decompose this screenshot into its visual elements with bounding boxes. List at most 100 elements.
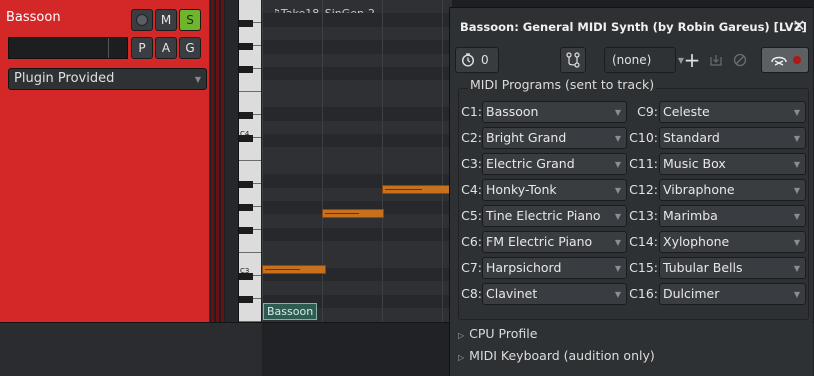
program-dropdown[interactable]: Standard ▼ [659,127,806,149]
midi-region-grid[interactable]: ♫Take18_SinGen-2 [262,0,452,322]
chevron-down-icon: ▼ [793,264,800,273]
program-channel-label: C13: [629,208,658,223]
program-dropdown[interactable]: Vibraphone ▼ [659,179,806,201]
group-button[interactable]: G [179,37,201,59]
program-channel-label: C16: [629,286,658,301]
program-dropdown-value: Marimba [663,208,718,223]
program-channel-label: C9: [637,104,658,119]
program-channel-label: C8: [461,286,482,301]
plus-icon: + [683,48,701,72]
program-dropdown-value: Harpsichord [486,260,562,275]
program-dropdown-value: Tine Electric Piano [486,208,601,223]
program-dropdown-value: Xylophone [663,234,730,249]
black-key[interactable] [239,203,253,211]
program-dropdown[interactable]: Tubular Bells ▼ [659,257,806,279]
program-dropdown[interactable]: Tine Electric Piano ▼ [482,205,627,227]
save-preset-button[interactable] [705,47,727,73]
midi-keyboard-label: MIDI Keyboard (audition only) [469,348,655,363]
solo-button[interactable]: S [179,9,201,31]
program-channel-label: C3: [461,156,482,171]
black-key[interactable] [239,42,253,50]
note-lane [262,13,452,27]
program-channel-label: C10: [629,130,658,145]
note-lane [262,40,452,54]
chevron-down-icon: ▼ [614,108,621,117]
note-velocity-bar [265,269,301,270]
program-dropdown[interactable]: Electric Grand ▼ [482,153,627,175]
program-dropdown[interactable]: Celeste ▼ [659,101,806,123]
delete-preset-button[interactable] [729,47,751,73]
chevron-down-icon: ▼ [793,212,800,221]
note-lane [262,107,452,121]
track-name[interactable]: Bassoon [6,10,61,25]
black-key[interactable] [239,226,253,234]
chevron-down-icon: ▼ [614,290,621,299]
note-velocity-bar [385,189,423,190]
black-key[interactable] [239,295,253,303]
program-dropdown[interactable]: Dulcimer ▼ [659,283,806,305]
add-preset-button[interactable]: + [681,47,703,73]
note-lane [262,134,452,148]
piano-roll-keyboard[interactable]: C4 C3 [225,0,261,322]
program-dropdown-value: Tubular Bells [663,260,743,275]
program-dropdown[interactable]: Xylophone ▼ [659,231,806,253]
bypass-led-icon [793,56,801,64]
chevron-down-icon: ▼ [614,212,621,221]
program-dropdown[interactable]: Music Box ▼ [659,153,806,175]
midi-note[interactable] [262,265,326,274]
program-dropdown-value: Music Box [663,156,726,171]
gain-fader[interactable] [8,37,128,59]
close-icon[interactable]: ✕ [790,16,808,35]
clock-icon [461,53,475,67]
keyboard-scroller[interactable] [225,0,239,322]
chevron-down-icon: ▼ [793,238,800,247]
program-dropdown-value: Bassoon [486,104,539,119]
chevron-down-icon: ▼ [614,160,621,169]
level-meter [216,0,219,322]
black-key[interactable] [239,180,253,188]
automation-dropdown-value: Plugin Provided [14,71,115,86]
automation-button[interactable]: A [155,37,177,59]
program-dropdown[interactable]: Harpsichord ▼ [482,257,627,279]
record-arm-button[interactable] [131,9,153,31]
triangle-right-icon: ▷ [458,353,465,362]
playlist-button[interactable]: P [131,37,153,59]
program-dropdown[interactable]: FM Electric Piano ▼ [482,231,627,253]
black-key[interactable] [239,65,253,73]
program-dropdown[interactable]: Honky-Tonk ▼ [482,179,627,201]
cpu-profile-label: CPU Profile [469,326,538,341]
chevron-down-icon: ▼ [194,75,201,84]
program-dropdown[interactable]: Clavinet ▼ [482,283,627,305]
program-channel-label: C6: [461,234,482,249]
black-key[interactable] [239,111,253,119]
black-key[interactable] [239,19,253,27]
octave-label: C4 [240,130,250,138]
preset-dropdown[interactable]: (none) ▼ [604,47,684,73]
chevron-down-icon: ▼ [793,160,800,169]
midi-note[interactable] [382,185,450,194]
bypass-button[interactable] [761,47,809,73]
plugin-window: Bassoon: General MIDI Synth (by Robin Ga… [449,7,813,376]
track-header[interactable]: Bassoon M S P A G Plugin Provided ▼ [0,0,210,322]
octave-label: C3 [240,267,250,275]
cpu-profile-expander[interactable]: ▷ CPU Profile [458,326,537,341]
latency-value: 0 [481,53,489,67]
note-lane [262,227,452,242]
record-circle-icon [136,14,148,26]
program-dropdown-value: Clavinet [486,286,538,301]
bar-line [382,0,383,322]
midi-note[interactable] [322,209,384,218]
midi-programs-title: MIDI Programs (sent to track) [468,77,657,92]
program-dropdown[interactable]: Bassoon ▼ [482,101,627,123]
chevron-down-icon: ▼ [614,264,621,273]
region-track-label[interactable]: Bassoon [263,303,317,320]
midi-keyboard-expander[interactable]: ▷ MIDI Keyboard (audition only) [458,348,655,363]
mute-button[interactable]: M [155,9,177,31]
chevron-down-icon: ▼ [614,238,621,247]
latency-button[interactable]: 0 [455,47,499,73]
preset-dropdown-value: (none) [612,53,652,67]
program-dropdown[interactable]: Bright Grand ▼ [482,127,627,149]
automation-dropdown[interactable]: Plugin Provided ▼ [8,68,207,90]
pin-routing-button[interactable] [560,47,586,73]
program-dropdown[interactable]: Marimba ▼ [659,205,806,227]
